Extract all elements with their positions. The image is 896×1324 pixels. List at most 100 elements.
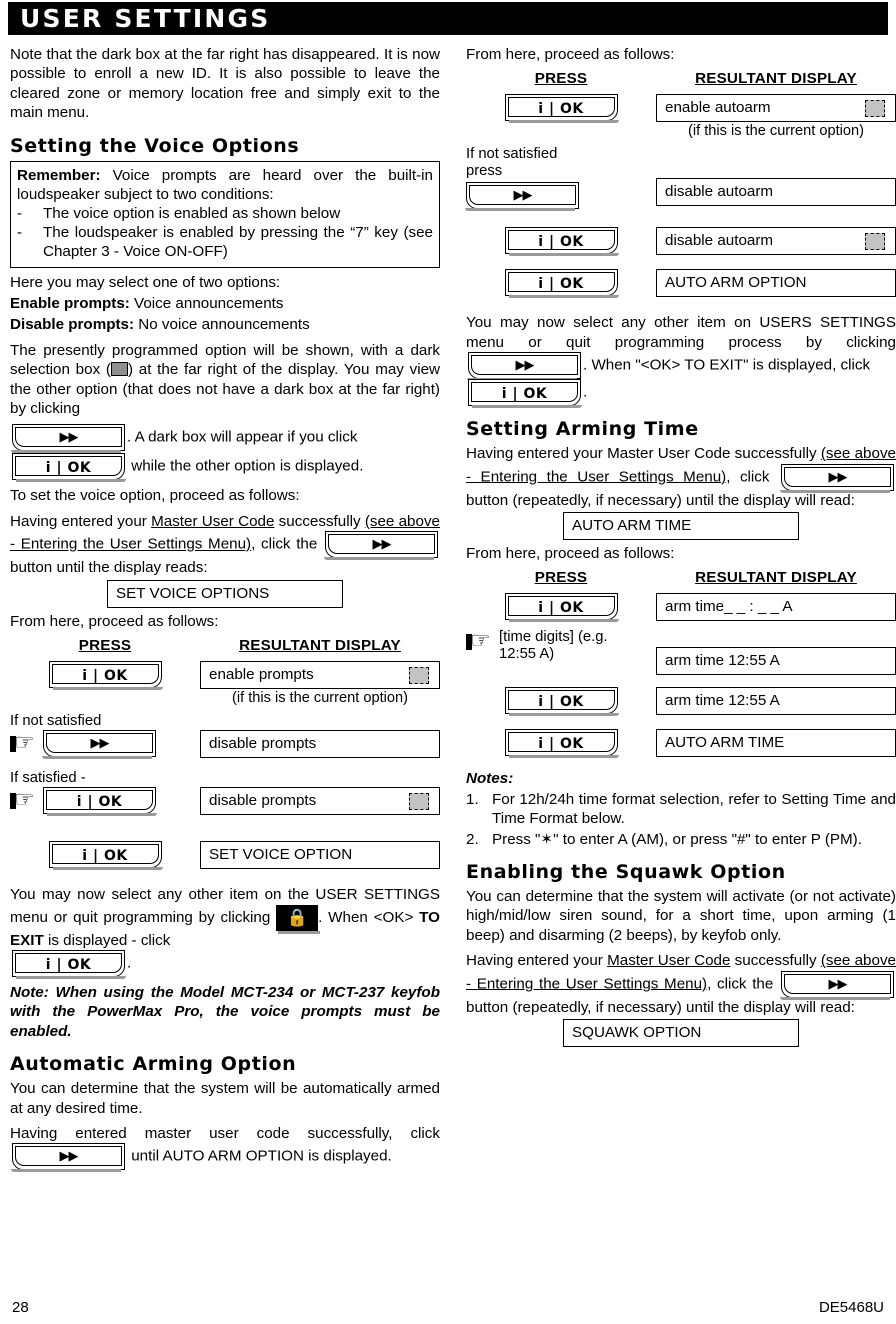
- next-arrow-button[interactable]: ▶▶: [324, 531, 438, 561]
- table-row: i | OK enable autoarm (if this is the cu…: [466, 94, 896, 140]
- press-cell: i | OK: [10, 841, 200, 871]
- next-arrow-button[interactable]: ▶▶: [467, 352, 581, 382]
- arm-1d: button (repeatedly, if necessary) until …: [466, 491, 855, 509]
- result-cell: arm time 12:55 A: [656, 687, 896, 716]
- press-cell: i | OK: [466, 687, 656, 717]
- enable-prompts-label: Enable prompts:: [10, 295, 130, 313]
- next-arrow-button[interactable]: ▶▶: [465, 182, 579, 212]
- ok-button[interactable]: i | OK: [504, 227, 619, 257]
- heading-automatic-arming-option: Automatic Arming Option: [10, 1053, 297, 1076]
- press-precondition-label: If satisfied -: [10, 770, 86, 787]
- autoarm-paragraph-1: You can determine that the system will b…: [10, 1080, 440, 1117]
- autoarm-2a: Having entered master user code successf…: [10, 1124, 440, 1142]
- ok-button[interactable]: i | OK: [48, 841, 163, 871]
- ok-button[interactable]: i | OK: [504, 269, 619, 299]
- result-cell: disable autoarm: [656, 146, 896, 207]
- ok-button[interactable]: i | OK: [504, 729, 619, 759]
- next-arrow-button[interactable]: ▶▶: [11, 1143, 125, 1173]
- disable-prompts-line: Disable prompts: No voice announcements: [10, 315, 440, 334]
- ok-icon: i | OK: [538, 234, 584, 251]
- lcd-text: AUTO ARM TIME: [572, 517, 692, 535]
- heading-setting-arming-time: Setting Arming Time: [466, 418, 699, 441]
- right-after-1: You may now select any other item on USE…: [466, 314, 896, 351]
- lcd-text: disable prompts: [209, 792, 317, 810]
- ok-icon: i | OK: [82, 668, 128, 685]
- arming-time-paragraph: Having entered your Master User Code suc…: [466, 444, 896, 510]
- lcd-text: SQUAWK OPTION: [572, 1024, 702, 1042]
- arrow-icon: ▶▶: [372, 537, 392, 553]
- right-after-3: .: [583, 383, 588, 401]
- arrow-icon: ▶▶: [59, 1149, 79, 1165]
- lcd-arm-time-confirm: arm time 12:55 A: [656, 687, 896, 716]
- table-row: ☞ [time digits] (e.g. 12:55 A) arm time …: [466, 628, 896, 676]
- select-one-line: Here you may select one of two options:: [10, 273, 281, 291]
- step-table-header: PRESS RESULTANT DISPLAY: [466, 569, 896, 587]
- result-cell: SET VOICE OPTION: [200, 841, 440, 870]
- ok-button[interactable]: i | OK: [12, 949, 126, 979]
- from-here-line-2: From here, proceed as follows:: [466, 545, 675, 563]
- result-cell: disable prompts: [200, 713, 440, 759]
- note-item-1: 1. For 12h/24h time format selection, re…: [466, 790, 896, 829]
- pointing-hand-icon: ☞: [10, 730, 40, 756]
- ok-button[interactable]: i | OK: [48, 661, 163, 691]
- ok-icon: i | OK: [82, 848, 128, 865]
- disable-prompts-label: Disable prompts:: [10, 316, 135, 334]
- lcd-set-voice-option: SET VOICE OPTION: [200, 841, 440, 870]
- note-number: 1.: [466, 790, 479, 808]
- page-banner: USER SETTINGS: [8, 2, 888, 35]
- bullet-text: The loudspeaker is enabled by pressing t…: [43, 224, 433, 261]
- presently-programmed-paragraph: The presently programmed option will be …: [10, 341, 440, 419]
- result-cell: arm time_ _ : _ _ A: [656, 593, 896, 622]
- lcd-row: SQUAWK OPTION: [466, 1019, 896, 1048]
- ok-button[interactable]: i | OK: [468, 379, 582, 409]
- ok-button[interactable]: i | OK: [12, 453, 126, 483]
- from-here-line-right: From here, proceed as follows:: [466, 46, 675, 63]
- lcd-arm-time-blank: arm time_ _ : _ _ A: [656, 593, 896, 622]
- col-header-press: PRESS: [534, 569, 588, 587]
- press-cell: i | OK: [466, 227, 656, 257]
- lock-away-button[interactable]: 🔒: [276, 904, 321, 934]
- lcd-text: AUTO ARM TIME: [665, 734, 785, 752]
- result-cell: disable prompts: [200, 770, 440, 816]
- ok-button[interactable]: i | OK: [504, 593, 619, 623]
- col-header-press: PRESS: [534, 70, 588, 88]
- after-voice-paragraph-2: i | OK.: [10, 949, 440, 979]
- autoarm-2b: until AUTO ARM OPTION is displayed.: [131, 1147, 392, 1165]
- press-cell: i | OK: [466, 729, 656, 759]
- press-cell: i | OK: [466, 269, 656, 299]
- ok-button[interactable]: i | OK: [504, 687, 619, 717]
- ok-icon: i | OK: [538, 600, 584, 617]
- next-arrow-button[interactable]: ▶▶: [780, 463, 894, 493]
- time-digits-instruction: [time digits] (e.g. 12:55 A): [499, 629, 608, 663]
- next-arrow-button[interactable]: ▶▶: [42, 730, 156, 760]
- heading-enabling-squawk-option: Enabling the Squawk Option: [466, 861, 786, 884]
- ok-icon: i | OK: [538, 101, 584, 118]
- col-header-resultant-display: RESULTANT DISPLAY: [239, 637, 401, 655]
- lcd-auto-arm-time: AUTO ARM TIME: [563, 512, 799, 541]
- next-arrow-button[interactable]: ▶▶: [780, 970, 894, 1000]
- result-cell: AUTO ARM TIME: [656, 729, 896, 758]
- heading-setting-voice-options: Setting the Voice Options: [10, 134, 300, 157]
- selection-box-icon: [865, 100, 885, 118]
- intro-paragraph: Note that the dark box at the far right …: [10, 46, 440, 122]
- ok-button[interactable]: i | OK: [504, 94, 619, 124]
- step-table-header: PRESS RESULTANT DISPLAY: [10, 637, 440, 655]
- to-set-voice-option: To set the voice option, proceed as foll…: [10, 487, 300, 505]
- ok-icon: i | OK: [501, 386, 548, 403]
- press-cell: i | OK: [466, 593, 656, 623]
- table-row: If satisfied - ☞ i | OK disable prompts: [10, 770, 440, 817]
- lcd-text: arm time_ _ : _ _ A: [665, 598, 793, 616]
- presently-text-3: . A dark box will appear if you click: [127, 429, 358, 446]
- autoarm-step-table: PRESS RESULTANT DISPLAY i | OK enable au…: [465, 70, 896, 299]
- remember-bullet-1: - The voice option is enabled as shown b…: [17, 204, 433, 223]
- result-cell: enable prompts (if this is the current o…: [200, 661, 440, 707]
- ok-icon: i | OK: [538, 276, 584, 293]
- arrow-icon: ▶▶: [828, 469, 848, 485]
- lcd-text: disable autoarm: [665, 183, 774, 201]
- ok-button[interactable]: i | OK: [43, 787, 157, 817]
- next-arrow-button[interactable]: ▶▶: [11, 424, 125, 454]
- document-code: DE5468U: [818, 1299, 884, 1316]
- lcd-text: arm time 12:55 A: [665, 692, 780, 710]
- left-column: Note that the dark box at the far right …: [10, 45, 440, 1176]
- lcd-text: SET VOICE OPTION: [209, 846, 353, 864]
